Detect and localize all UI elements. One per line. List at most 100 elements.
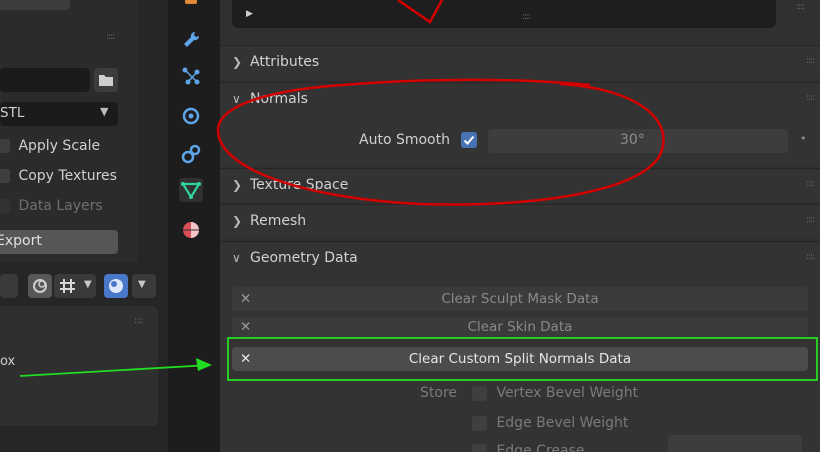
store-label: Store — [420, 385, 458, 401]
checkbox-label: Copy Textures — [18, 168, 117, 184]
store-value-field[interactable] — [668, 435, 802, 452]
wrench-icon — [184, 31, 200, 47]
export-label: Export — [0, 233, 42, 249]
checkbox[interactable] — [472, 385, 487, 401]
chevron-down-icon: ▼ — [138, 279, 146, 290]
grid-dropdown[interactable]: ▼ — [54, 274, 96, 298]
panel-title: Remesh — [250, 213, 307, 229]
store-edge-bevel-option[interactable]: Edge Bevel Weight — [472, 415, 628, 431]
copy-textures-option[interactable]: Copy Textures — [0, 168, 117, 184]
panel-grip[interactable]: :::: — [134, 317, 143, 326]
panel-grip[interactable]: :::: — [806, 180, 815, 189]
checkbox-label: Data Layers — [18, 198, 103, 214]
format-select[interactable]: STL ▼ — [0, 102, 118, 126]
close-icon: ✕ — [240, 319, 252, 335]
shading-toggle[interactable] — [104, 274, 128, 298]
properties-tab-column — [170, 0, 212, 452]
outliner-panel: :::: ox — [0, 306, 158, 426]
format-value: STL — [0, 105, 25, 121]
tab-object[interactable] — [179, 0, 203, 12]
option-label: Vertex Bevel Weight — [496, 385, 639, 401]
constraints-icon — [181, 144, 201, 164]
panel-title: Texture Space — [250, 177, 349, 193]
checkbox[interactable] — [0, 169, 10, 183]
texture-space-panel-header[interactable]: ❯ Texture Space :::: — [220, 168, 820, 202]
close-icon: ✕ — [240, 291, 252, 307]
checkbox[interactable] — [0, 199, 10, 213]
clear-custom-split-normals-button[interactable]: ✕ Clear Custom Split Normals Data — [232, 347, 808, 371]
panel-grip[interactable]: :::: — [806, 57, 815, 66]
clear-skin-data-button[interactable]: ✕ Clear Skin Data — [232, 317, 808, 337]
folder-button[interactable] — [94, 68, 118, 92]
button-label: Clear Custom Split Normals Data — [408, 351, 632, 367]
header-toolbar: ▼ ▼ — [0, 270, 168, 302]
shading-dropdown[interactable]: ▼ — [132, 274, 156, 298]
panel-title: Attributes — [250, 54, 320, 70]
panel-title: Normals — [250, 91, 308, 107]
tab-particles[interactable] — [179, 64, 203, 88]
chevron-right-icon: ❯ — [232, 214, 243, 228]
folder-icon — [99, 75, 113, 86]
properties-editor: ▶ :::: :::: ❯ Attributes :::: ∨ Normals … — [220, 0, 820, 452]
panel-grip[interactable]: :::: — [106, 33, 115, 42]
attributes-panel-header[interactable]: ❯ Attributes :::: — [220, 45, 820, 79]
left-export-panel: :::: STL ▼ Apply Scale Copy Textures Dat… — [0, 0, 168, 452]
auto-smooth-angle-field[interactable]: 30° — [488, 129, 788, 153]
geometry-data-panel-body: ✕ Clear Sculpt Mask Data ✕ Clear Skin Da… — [220, 275, 820, 452]
checkbox[interactable] — [472, 415, 487, 431]
overlay-icon — [33, 279, 47, 293]
grid-icon — [60, 279, 75, 293]
resize-grip[interactable]: :::: — [522, 13, 531, 22]
normals-panel-body: Auto Smooth 30° • — [220, 116, 820, 166]
option-label: Edge Bevel Weight — [496, 415, 629, 431]
particles-icon — [182, 67, 200, 85]
apply-scale-option[interactable]: Apply Scale — [0, 138, 100, 154]
physics-icon — [182, 107, 200, 125]
checkmark-icon — [463, 135, 475, 145]
button-label: Clear Skin Data — [467, 319, 573, 335]
chevron-down-icon: ▼ — [84, 279, 92, 290]
remesh-panel-header[interactable]: ❯ Remesh :::: — [220, 204, 820, 238]
panel-title: Geometry Data — [250, 250, 358, 266]
overlay-toggle[interactable] — [28, 274, 52, 298]
tab-object-data[interactable] — [179, 178, 203, 202]
checkbox-label: Apply Scale — [18, 138, 101, 154]
button-label: Clear Sculpt Mask Data — [441, 291, 599, 307]
tab-modifiers[interactable] — [179, 28, 203, 52]
tab-material[interactable] — [179, 218, 203, 242]
tab-constraints[interactable] — [179, 142, 203, 166]
filepath-field[interactable] — [0, 68, 90, 92]
chevron-right-icon: ❯ — [232, 178, 243, 192]
panel-grip[interactable]: :::: — [806, 216, 815, 225]
export-button[interactable]: Export — [0, 230, 118, 254]
store-vertex-bevel-option[interactable]: Vertex Bevel Weight — [472, 385, 638, 401]
auto-smooth-checkbox[interactable] — [461, 132, 477, 148]
geometry-data-panel-header[interactable]: ∨ Geometry Data :::: — [220, 241, 820, 275]
shading-icon — [109, 279, 123, 293]
material-icon — [183, 222, 199, 238]
clear-sculpt-mask-button[interactable]: ✕ Clear Sculpt Mask Data — [232, 287, 808, 311]
chevron-down-icon: ∨ — [232, 92, 241, 106]
store-edge-crease-option[interactable]: Edge Crease — [472, 443, 584, 452]
angle-value: 30° — [620, 132, 645, 148]
chevron-right-icon: ❯ — [232, 55, 243, 69]
option-label: Edge Crease — [496, 443, 585, 452]
data-layers-option[interactable]: Data Layers — [0, 198, 103, 214]
panel-grip[interactable]: :::: — [796, 3, 805, 12]
panel-grip[interactable]: :::: — [806, 94, 815, 103]
auto-smooth-label: Auto Smooth — [359, 132, 450, 148]
panel-grip[interactable]: :::: — [806, 253, 815, 262]
normals-panel-header[interactable]: ∨ Normals :::: — [220, 82, 820, 116]
play-icon[interactable]: ▶ — [246, 9, 253, 19]
checkbox[interactable] — [0, 139, 10, 153]
top-button-stub[interactable] — [0, 0, 70, 10]
mesh-data-icon — [181, 182, 201, 200]
chevron-down-icon: ∨ — [232, 251, 241, 265]
view-button[interactable] — [0, 274, 18, 298]
outliner-item-text: ox — [0, 354, 16, 369]
object-icon — [185, 0, 197, 4]
tab-physics[interactable] — [179, 104, 203, 128]
keyframe-dot-icon[interactable]: • — [800, 132, 807, 145]
checkbox[interactable] — [472, 443, 487, 452]
preview-area: ▶ :::: — [232, 0, 776, 28]
